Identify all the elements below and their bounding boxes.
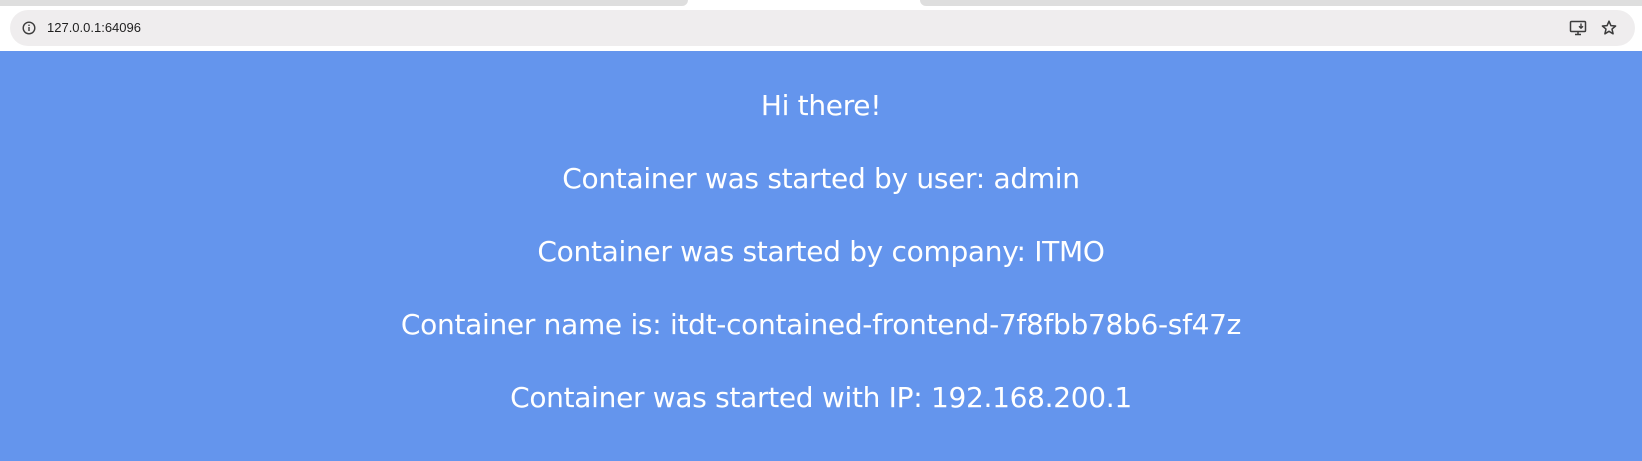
- browser-window: 127.0.0.1:64096 Hi there! Container was …: [0, 0, 1642, 461]
- container-name-text: Container name is: itdt-contained-fronte…: [400, 308, 1242, 341]
- started-by-user-text: Container was started by user: admin: [562, 162, 1080, 195]
- url-text[interactable]: 127.0.0.1:64096: [47, 10, 141, 46]
- tab-strip: [0, 0, 1642, 6]
- install-app-icon[interactable]: [1567, 17, 1589, 39]
- page-content: Hi there! Container was started by user:…: [0, 51, 1642, 461]
- tab-right[interactable]: [920, 0, 1642, 6]
- tab-left[interactable]: [0, 0, 688, 6]
- started-with-ip-text: Container was started with IP: 192.168.2…: [510, 381, 1132, 414]
- address-bar[interactable]: 127.0.0.1:64096: [10, 10, 1635, 46]
- browser-toolbar: 127.0.0.1:64096: [0, 0, 1642, 51]
- started-by-company-text: Container was started by company: ITMO: [537, 235, 1105, 268]
- star-icon[interactable]: [1598, 17, 1620, 39]
- greeting-text: Hi there!: [760, 89, 882, 122]
- info-circle-icon[interactable]: [20, 19, 38, 37]
